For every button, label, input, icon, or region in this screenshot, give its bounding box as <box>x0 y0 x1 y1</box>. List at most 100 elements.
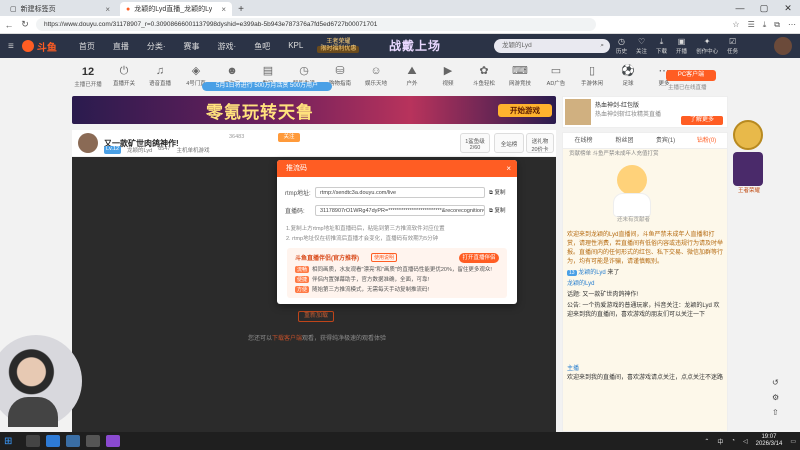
rtmp-field[interactable]: rtmp://sendtc3a.douyu.com/live <box>315 187 485 198</box>
close-icon[interactable]: × <box>221 5 226 14</box>
nav-kpl[interactable]: KPL <box>288 41 303 52</box>
taskview-icon[interactable] <box>26 435 40 447</box>
site-logo[interactable]: 斗鱼 <box>21 39 57 54</box>
copy-code-button[interactable]: ⧉ 复制 <box>489 206 505 215</box>
ad-start-game-button[interactable]: 开始游戏 <box>498 104 552 117</box>
app-icon[interactable] <box>106 435 120 447</box>
start-live-button[interactable]: ▣ 开播 <box>676 37 687 55</box>
search-input[interactable]: 龙颖的Lyd ⌕ <box>494 39 610 53</box>
nav-games[interactable]: 游戏· <box>218 41 237 52</box>
obs-icon[interactable] <box>86 435 100 447</box>
refresh-icon[interactable]: ↻ <box>20 19 30 30</box>
tab-fan-club[interactable]: 粉丝团 <box>604 133 645 148</box>
side-ad[interactable]: 热血神剑-红包版 热血神剑斩红妆精英直播 了解更多 <box>562 96 728 128</box>
clock[interactable]: 19:07 2026/3/14 <box>756 434 783 448</box>
chat-username[interactable]: 龙颖的Lyd <box>578 270 605 276</box>
nav-home[interactable]: 首页 <box>79 41 95 52</box>
promo-help-link[interactable]: 使用说明 <box>371 253 398 262</box>
back-icon[interactable]: ← <box>4 20 14 30</box>
followed-live-count[interactable]: 12 主播已开播 <box>70 60 106 94</box>
close-icon[interactable]: × <box>506 160 511 177</box>
minimize-icon[interactable]: — <box>728 0 752 16</box>
open-companion-button[interactable]: 打开直播伴侣 <box>459 253 499 263</box>
menu-icon[interactable]: ≡ <box>8 41 14 52</box>
follow-list-button[interactable]: ♡ 关注 <box>636 37 647 55</box>
url-field[interactable]: https://www.douyu.com/31178907_r=0.30908… <box>36 18 596 31</box>
tab-diamond-fans[interactable]: 钻粉(0) <box>686 133 727 148</box>
category-item[interactable]: ♫ 语音直播 <box>142 60 178 94</box>
creator-center-button[interactable]: ✦ 创作中心 <box>696 37 718 55</box>
category-label: 斗鱼轻松 <box>472 81 495 87</box>
room-category[interactable]: 主机单机游戏 <box>176 146 209 154</box>
history-button[interactable]: ◷ 历史 <box>616 37 627 55</box>
windows-start-icon[interactable]: ⊞ <box>4 436 20 447</box>
category-item[interactable]: ☺ 娱乐天地 <box>358 60 394 94</box>
edge-icon[interactable] <box>46 435 60 447</box>
download-button[interactable]: ⤓ 下载 <box>656 37 667 55</box>
host-name[interactable]: 龙颖的Lyd <box>127 146 152 154</box>
tab-online-rank[interactable]: 在线榜 <box>563 133 604 148</box>
chat-message: 话题: 又一款矿世肉鸽神作! <box>567 292 639 298</box>
gift-box[interactable]: 送礼物 20价卡 <box>526 133 554 153</box>
clock-icon: ◷ <box>618 37 625 46</box>
notification-icon[interactable]: ▭ <box>790 438 796 445</box>
kpl-promo-badge[interactable]: 王者荣耀 限时福利优惠 <box>317 39 360 53</box>
chat-panel: 在线榜 粉丝团 贵宾(1) 钻粉(0) 贡献榜单 斗鱼严禁未成年人充值打赏 还未… <box>562 132 728 432</box>
chat-username[interactable]: 龙颖的Lyd <box>567 281 594 287</box>
category-item[interactable]: ▶ 视频 <box>430 60 466 94</box>
scroll-top-icon[interactable]: ⇧ <box>772 408 779 417</box>
category-item[interactable]: ⌨ 网游竞技 <box>502 60 538 94</box>
category-item[interactable]: ⚽ 足球 <box>610 60 646 94</box>
category-item[interactable]: ▯ 手游休闲 <box>574 60 610 94</box>
tab-vip[interactable]: 贵宾(1) <box>645 133 686 148</box>
rank-strip: 贡献榜单 斗鱼严禁未成年人充值打赏 <box>569 151 659 157</box>
new-tab-button[interactable]: + <box>234 2 248 16</box>
maximize-icon[interactable]: ▢ <box>752 0 776 16</box>
browser-toolbar-icons: ☆ ☰ ⤓ ⧉ ⋯ <box>732 20 796 30</box>
browser-tab-active[interactable]: ● 龙颖的Lyd直播_龙颖的Lyd直播_龙颖... × <box>120 2 232 16</box>
header-banner-art[interactable]: 战戴上场 <box>365 34 465 58</box>
nav-events[interactable]: 赛事 <box>184 41 200 52</box>
rank-box[interactable]: 1鲨鱼级 2/60 <box>460 133 490 153</box>
host-avatar[interactable] <box>78 133 98 153</box>
ime-indicator[interactable]: 中 <box>717 437 723 446</box>
category-item[interactable]: ⛰ 户外 <box>394 60 430 94</box>
download-icon[interactable]: ⤓ <box>763 20 767 30</box>
douyu-favicon-icon: ● <box>126 5 131 13</box>
network-icon[interactable]: ◔ <box>731 438 735 444</box>
side-game-badge[interactable] <box>733 152 763 186</box>
settings-icon[interactable]: ⚙ <box>772 393 779 402</box>
star-icon[interactable]: ☆ <box>732 20 739 30</box>
category-item[interactable]: ✿ 斗鱼轻松 <box>466 60 502 94</box>
explorer-icon[interactable] <box>66 435 80 447</box>
category-item[interactable]: ⏻ 直播开关 <box>106 60 142 94</box>
browser-tab[interactable]: ▢ 新建标签页 × <box>4 2 116 16</box>
side-event-badge[interactable] <box>733 120 763 150</box>
avatar[interactable] <box>774 37 792 55</box>
nav-live[interactable]: 直播 <box>113 41 129 52</box>
extensions-icon[interactable]: ⧉ <box>774 20 780 30</box>
chevron-up-icon[interactable]: ⌃ <box>704 438 709 445</box>
more-icon[interactable]: ⋯ <box>788 20 796 30</box>
pc-client-button[interactable]: PC客户端 <box>666 70 716 81</box>
side-ad-button[interactable]: 了解更多 <box>681 116 723 125</box>
ad-banner[interactable]: 零氪玩转天鲁 开始游戏 <box>72 96 556 124</box>
download-icon: ⤓ <box>659 37 664 46</box>
copy-rtmp-button[interactable]: ⧉ 复制 <box>489 188 505 197</box>
rewind-icon[interactable]: ↺ <box>772 378 779 387</box>
site-rank-box[interactable]: 全站榜 <box>494 133 524 153</box>
stream-code-field[interactable]: 31178907rO1WRg47dyPR=*******************… <box>315 205 485 216</box>
download-label: 下载 <box>656 49 668 55</box>
follow-button[interactable]: 关注 <box>278 133 300 142</box>
close-icon[interactable]: × <box>105 5 110 14</box>
close-window-icon[interactable]: ✕ <box>776 0 800 16</box>
volume-icon[interactable]: ◁ <box>743 438 748 445</box>
favorites-icon[interactable]: ☰ <box>748 20 755 30</box>
tasks-button[interactable]: ☑ 任务 <box>727 37 738 55</box>
category-item[interactable]: ▭ AD广告 <box>538 60 574 94</box>
stream-code-row: 直播码: 31178907rO1WRg47dyPR=**************… <box>285 205 505 216</box>
nav-category[interactable]: 分类· <box>147 41 166 52</box>
nav-fishbar[interactable]: 鱼吧 <box>254 41 270 52</box>
search-icon[interactable]: ⌕ <box>600 39 604 53</box>
notice-banner[interactable]: 5月1日将进行 500万月活赏 500万用户 <box>202 82 332 91</box>
